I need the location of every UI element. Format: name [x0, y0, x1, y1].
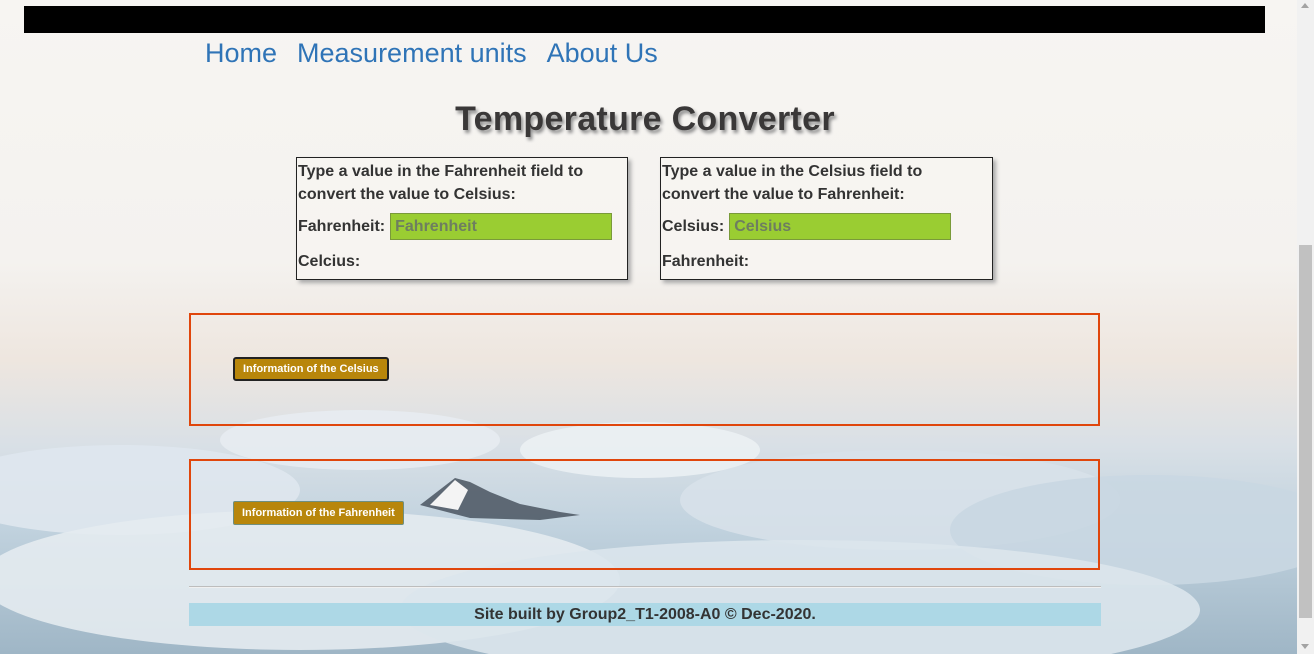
nav-about-us-link[interactable]: About Us: [547, 36, 658, 70]
footer-divider: [189, 586, 1101, 588]
scroll-down-arrow-icon[interactable]: [1301, 644, 1309, 649]
celsius-input-label: Celsius:: [662, 217, 725, 235]
celsius-info-box: Information of the Celsius: [189, 313, 1100, 426]
celsius-to-fahrenheit-panel: Type a value in the Celsius field to con…: [660, 157, 993, 280]
site-footer: Site built by Group2_T1-2008-A0 © Dec-20…: [189, 603, 1101, 626]
scroll-up-arrow-icon[interactable]: [1301, 3, 1309, 8]
page-title: Temperature Converter: [455, 100, 835, 138]
main-nav: Home Measurement units About Us: [205, 36, 658, 70]
f-to-c-description: Type a value in the Fahrenheit field to …: [298, 163, 584, 203]
celsius-info-button[interactable]: Information of the Celsius: [233, 357, 389, 381]
fahrenheit-info-button[interactable]: Information of the Fahrenheit: [233, 501, 404, 525]
fahrenheit-input[interactable]: [390, 213, 613, 240]
fahrenheit-info-box: Information of the Fahrenheit: [189, 459, 1100, 570]
c-to-f-description: Type a value in the Celsius field to con…: [662, 163, 923, 203]
fahrenheit-input-label: Fahrenheit:: [298, 217, 386, 235]
celsius-result-label: Celcius:: [298, 253, 361, 270]
fahrenheit-to-celsius-panel: Type a value in the Fahrenheit field to …: [296, 157, 628, 280]
scrollbar-thumb[interactable]: [1299, 245, 1312, 618]
nav-measurement-units-link[interactable]: Measurement units: [297, 36, 527, 70]
nav-home-link[interactable]: Home: [205, 36, 277, 70]
fahrenheit-result-label: Fahrenheit:: [662, 253, 750, 270]
vertical-scrollbar[interactable]: [1297, 0, 1314, 654]
top-black-bar: [24, 6, 1265, 33]
celsius-input[interactable]: [729, 213, 952, 240]
